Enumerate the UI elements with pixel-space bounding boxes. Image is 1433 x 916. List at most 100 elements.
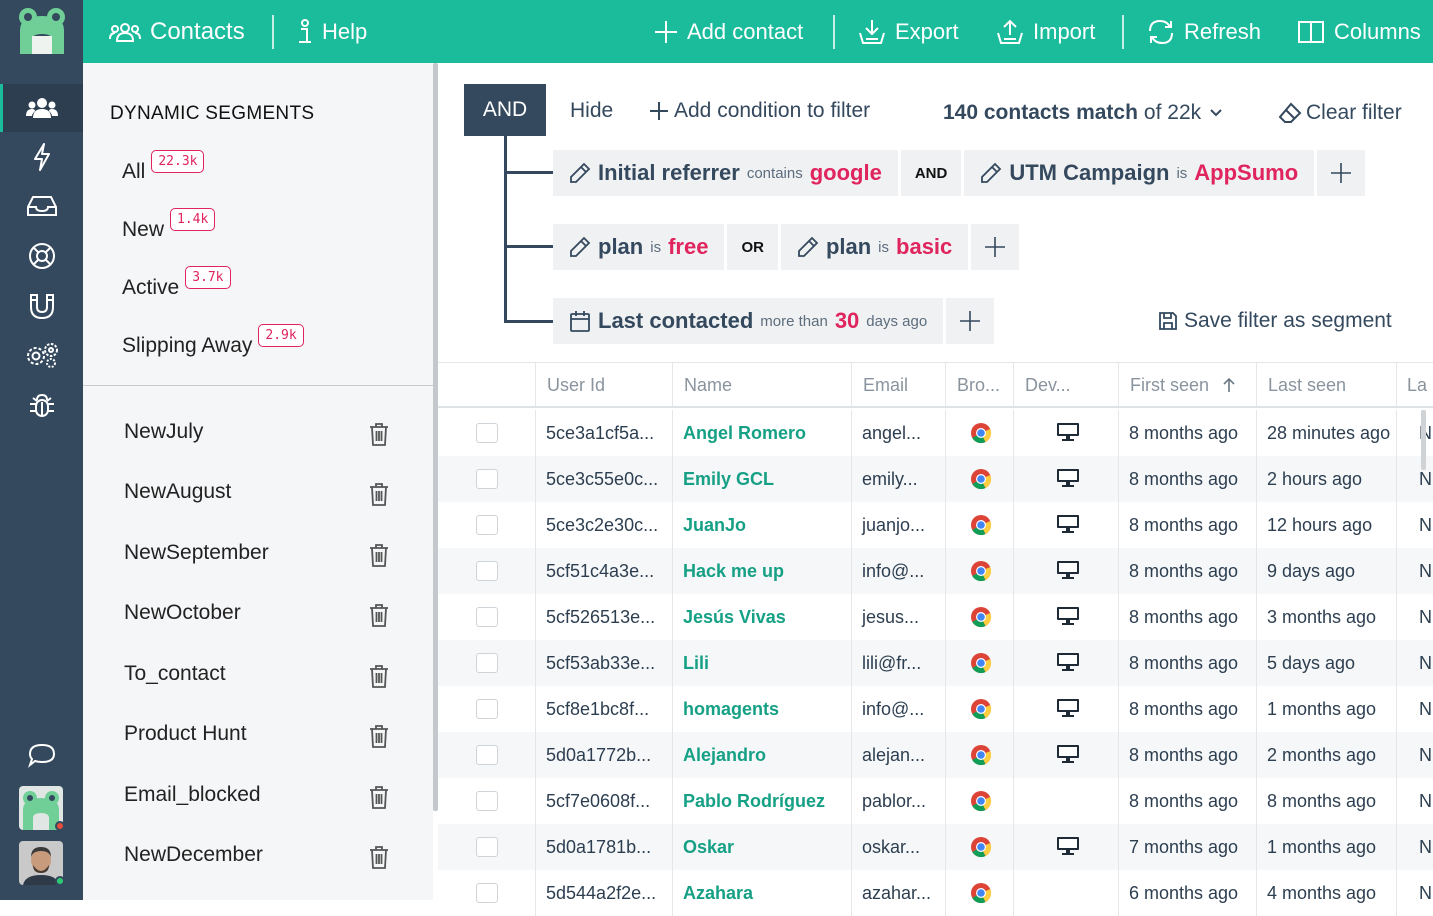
table-row[interactable]: 5cf7e0608f... Pablo Rodríguez pablor... 8 m… [438, 778, 1433, 824]
condition-operator: more than [760, 312, 828, 330]
cell-name-link[interactable]: homagents [672, 686, 851, 732]
rail-chat[interactable] [0, 731, 83, 779]
group-conjunction[interactable]: AND [900, 150, 962, 196]
filter-condition[interactable]: Last contacted more than 30 days ago [553, 298, 944, 344]
count-badge: 3.7k [185, 266, 231, 289]
filter-condition[interactable]: Initial referrer contains google [553, 150, 898, 196]
clear-filter-button[interactable]: Clear filter [1278, 101, 1402, 125]
column-name[interactable]: Name [672, 363, 851, 407]
saved-segment[interactable]: NewDecember [124, 843, 414, 869]
row-checkbox[interactable] [476, 561, 498, 581]
column-la[interactable]: La [1396, 363, 1433, 407]
saved-segment[interactable]: Product Hunt [124, 722, 414, 748]
row-checkbox[interactable] [476, 883, 498, 903]
row-checkbox[interactable] [476, 469, 498, 489]
cell-name-link[interactable]: Jesús Vivas [672, 594, 851, 640]
row-checkbox[interactable] [476, 745, 498, 765]
column-user-id[interactable]: User Id [535, 363, 672, 407]
column-last-seen[interactable]: Last seen [1256, 363, 1396, 407]
row-checkbox[interactable] [476, 653, 498, 673]
column-device[interactable]: Dev... [1013, 363, 1118, 407]
table-row[interactable]: 5ce3c2e30c... JuanJo juanjo... 8 months ago… [438, 502, 1433, 548]
row-checkbox[interactable] [476, 607, 498, 627]
table-row[interactable]: 5cf8e1bc8f... homagents info@... 8 months a… [438, 686, 1433, 732]
segment-slipping-away[interactable]: Slipping Away 2.9k [122, 324, 304, 358]
hide-filter-button[interactable]: Hide [570, 99, 613, 123]
root-operator-button[interactable]: AND [464, 84, 546, 136]
cell-name-link[interactable]: Angel Romero [672, 410, 851, 456]
table-row[interactable]: 5d0a1772b... Alejandro alejan... 8 months a… [438, 732, 1433, 778]
cell-name-link[interactable]: Alejandro [672, 732, 851, 778]
add-contact-button[interactable]: Add contact [654, 0, 803, 63]
cell-email: azahar... [851, 870, 945, 916]
cell-browser [945, 732, 1013, 778]
group-conjunction[interactable]: OR [727, 224, 778, 270]
table-row[interactable]: 5ce3a1cf5a... Angel Romero angel... 8 month… [438, 410, 1433, 456]
lifebuoy-icon [28, 242, 56, 270]
rail-automation[interactable] [0, 133, 83, 181]
rail-inbox[interactable] [0, 182, 83, 230]
add-group-condition-button[interactable] [971, 224, 1020, 270]
column-browser[interactable]: Bro... [945, 363, 1013, 407]
import-button[interactable]: Import [996, 0, 1095, 63]
row-checkbox[interactable] [476, 837, 498, 857]
saved-segment[interactable]: NewOctober [124, 601, 414, 627]
add-group-condition-button[interactable] [946, 298, 995, 344]
trash-icon[interactable] [369, 482, 389, 506]
refresh-button[interactable]: Refresh [1147, 0, 1261, 63]
rail-settings[interactable] [0, 331, 83, 379]
saved-segment[interactable]: NewJuly [124, 420, 414, 446]
trash-icon[interactable] [369, 845, 389, 869]
rail-leads[interactable] [0, 282, 83, 330]
table-row[interactable]: 5d0a1781b... Oskar oskar... 7 months ago 1 m… [438, 824, 1433, 870]
cell-name-link[interactable]: Oskar [672, 824, 851, 870]
cell-name-link[interactable]: Azahara [672, 870, 851, 916]
column-first-seen[interactable]: First seen [1118, 363, 1256, 407]
row-checkbox[interactable] [476, 515, 498, 535]
row-checkbox[interactable] [476, 423, 498, 443]
trash-icon[interactable] [369, 664, 389, 688]
table-row[interactable]: 5cf53ab33e... Lili lili@fr... 8 months ago 5… [438, 640, 1433, 686]
filter-condition[interactable]: UTM Campaign is AppSumo [964, 150, 1315, 196]
trash-icon[interactable] [369, 603, 389, 627]
rail-support[interactable] [0, 232, 83, 280]
table-scrollbar[interactable] [1421, 410, 1426, 470]
trash-icon[interactable] [369, 422, 389, 446]
saved-segment[interactable]: To_contact [124, 662, 414, 688]
saved-segment[interactable]: NewAugust [124, 480, 414, 506]
app-logo[interactable] [0, 0, 83, 63]
add-condition-button[interactable]: Add condition to filter [650, 99, 870, 123]
table-row[interactable]: 5ce3c55e0c... Emily GCL emily... 8 months a… [438, 456, 1433, 502]
rail-debug[interactable] [0, 381, 83, 429]
cell-name-link[interactable]: Hack me up [672, 548, 851, 594]
cell-name-link[interactable]: Pablo Rodríguez [672, 778, 851, 824]
add-group-condition-button[interactable] [1317, 150, 1366, 196]
filter-condition[interactable]: plan is basic [780, 224, 969, 270]
table-row[interactable]: 5cf526513e... Jesús Vivas jesus... 8 months… [438, 594, 1433, 640]
rail-contacts[interactable] [0, 84, 83, 132]
columns-button[interactable]: Columns [1297, 0, 1421, 63]
saved-segment[interactable]: Email_blocked [124, 783, 414, 809]
trash-icon[interactable] [369, 785, 389, 809]
cell-la: N [1396, 594, 1433, 640]
row-checkbox[interactable] [476, 699, 498, 719]
help-button[interactable]: Help [297, 0, 367, 63]
page-title: Contacts [150, 17, 245, 45]
column-email[interactable]: Email [851, 363, 945, 407]
saved-segment[interactable]: NewSeptember [124, 541, 414, 567]
cell-name-link[interactable]: Emily GCL [672, 456, 851, 502]
table-row[interactable]: 5d544a2f2e... Azahara azahar... 6 months ag… [438, 870, 1433, 916]
cell-name-link[interactable]: JuanJo [672, 502, 851, 548]
segment-active[interactable]: Active 3.7k [122, 266, 231, 300]
save-segment-button[interactable]: Save filter as segment [1158, 309, 1392, 333]
row-checkbox[interactable] [476, 791, 498, 811]
export-button[interactable]: Export [858, 0, 959, 63]
segment-all[interactable]: All 22.3k [122, 150, 205, 184]
match-count-dropdown[interactable]: 140 contacts match of 22k [943, 101, 1223, 125]
cell-name-link[interactable]: Lili [672, 640, 851, 686]
filter-condition[interactable]: plan is free [553, 224, 725, 270]
segment-new[interactable]: New 1.4k [122, 208, 216, 242]
table-row[interactable]: 5cf51c4a3e... Hack me up info@... 8 months … [438, 548, 1433, 594]
trash-icon[interactable] [369, 543, 389, 567]
trash-icon[interactable] [369, 724, 389, 748]
